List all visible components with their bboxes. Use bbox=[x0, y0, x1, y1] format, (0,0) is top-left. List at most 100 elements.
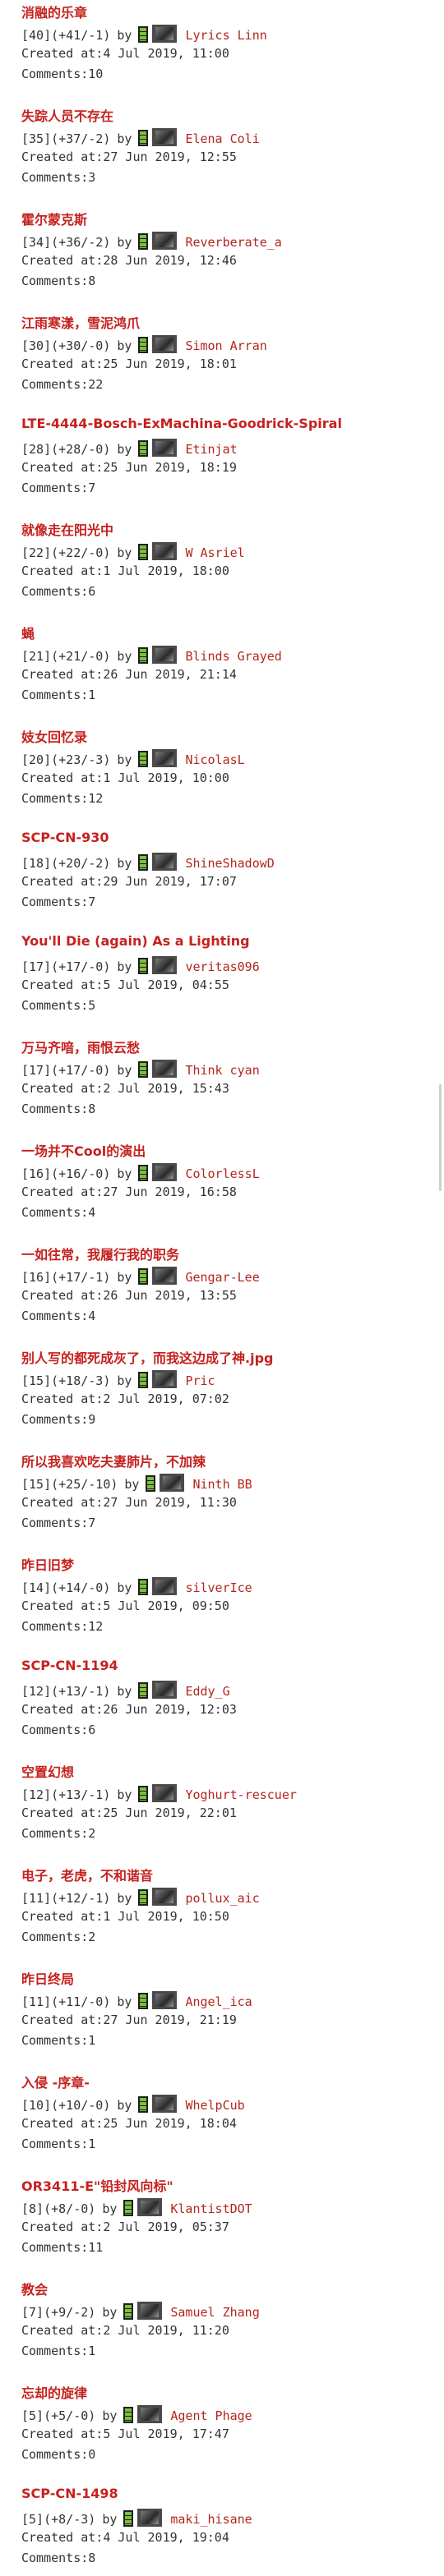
comments-line: Comments:7 bbox=[21, 894, 95, 910]
avatar[interactable] bbox=[152, 646, 178, 664]
avatar[interactable] bbox=[137, 2509, 163, 2527]
avatar[interactable] bbox=[137, 2302, 163, 2320]
scrollbar[interactable] bbox=[439, 1084, 442, 1191]
avatar[interactable] bbox=[152, 1784, 178, 1802]
avatar[interactable] bbox=[137, 2405, 163, 2423]
comments-count: 12 bbox=[88, 1619, 104, 1634]
avatar[interactable] bbox=[152, 25, 178, 43]
author-link[interactable]: Blinds Grayed bbox=[185, 648, 281, 665]
author-link[interactable]: W Asriel bbox=[185, 545, 244, 561]
author-link[interactable]: Yoghurt-rescuer bbox=[185, 1787, 296, 1803]
avatar[interactable] bbox=[152, 956, 178, 974]
author-link[interactable]: WhelpCub bbox=[185, 2097, 244, 2114]
author-link[interactable]: Samuel Zhang bbox=[170, 2304, 259, 2321]
author-link[interactable]: veritas096 bbox=[185, 959, 259, 975]
article-title-link[interactable]: 消融的乐章 bbox=[21, 2, 87, 21]
avatar[interactable] bbox=[152, 853, 178, 871]
created-value: 27 Jun 2019, 16:58 bbox=[103, 1184, 237, 1199]
author-link[interactable]: ShineShadowD bbox=[185, 855, 274, 872]
article-title-link[interactable]: 昨日终局 bbox=[21, 1968, 74, 1988]
comments-count: 10 bbox=[88, 67, 104, 81]
article-title-link[interactable]: 失踪人员不存在 bbox=[21, 105, 113, 125]
avatar[interactable] bbox=[152, 1888, 178, 1906]
article-title-link[interactable]: 一场并不Cool的演出 bbox=[21, 1140, 146, 1160]
rank-bars-icon bbox=[138, 854, 149, 871]
by-label: by bbox=[117, 2098, 132, 2113]
avatar[interactable] bbox=[152, 1267, 178, 1285]
article-title-link[interactable]: You'll Die (again) As a Lighting bbox=[21, 933, 250, 949]
rating-value: [17](+17/-0) bbox=[21, 1063, 111, 1078]
article-title-link[interactable]: 别人写的都死成灰了，而我这边成了神.jpg bbox=[21, 1347, 273, 1367]
article-title-link[interactable]: SCP-CN-1194 bbox=[21, 1658, 118, 1673]
list-item: 入侵 -序章- [10](+10/-0) by WhelpCub Created a… bbox=[21, 2070, 432, 2174]
rank-bars-icon bbox=[138, 1993, 149, 2009]
created-value: 2 Jul 2019, 11:20 bbox=[103, 2323, 229, 2338]
author-link[interactable]: Gengar-Lee bbox=[185, 1269, 259, 1286]
author-link[interactable]: Elena Coli bbox=[185, 131, 259, 147]
avatar[interactable] bbox=[152, 1060, 178, 1078]
article-title-link[interactable]: SCP-CN-930 bbox=[21, 830, 109, 845]
article-title-link[interactable]: 蝇 bbox=[21, 623, 35, 642]
avatar[interactable] bbox=[152, 1163, 178, 1181]
author-link[interactable]: Lyrics Linn bbox=[185, 27, 266, 44]
avatar[interactable] bbox=[152, 1370, 178, 1388]
article-title-link[interactable]: 万马齐喑，雨恨云愁 bbox=[21, 1037, 140, 1056]
author-link[interactable]: Ninth BB bbox=[192, 1476, 252, 1493]
author-link[interactable]: Pric bbox=[185, 1373, 215, 1389]
article-title-link[interactable]: 妓女回忆录 bbox=[21, 726, 87, 746]
article-title-link[interactable]: OR3411-E"铅封风向标" bbox=[21, 2175, 173, 2195]
rating-value: [12](+13/-1) bbox=[21, 1684, 111, 1699]
avatar[interactable] bbox=[152, 2095, 178, 2113]
avatar[interactable] bbox=[152, 128, 178, 146]
created-line: Created at:27 Jun 2019, 21:19 bbox=[21, 2012, 237, 2028]
author-link[interactable]: Eddy_G bbox=[185, 1683, 229, 1700]
avatar[interactable] bbox=[152, 1577, 178, 1595]
article-title-link[interactable]: LTE-4444-Bosch-ExMachina-Goodrick-Spiral bbox=[21, 416, 342, 431]
author-link[interactable]: silverIce bbox=[185, 1580, 252, 1596]
avatar[interactable] bbox=[137, 2198, 163, 2216]
avatar[interactable] bbox=[152, 749, 178, 767]
author-link[interactable]: pollux_aic bbox=[185, 1890, 259, 1907]
rating-line: [34](+36/-2) by Reverberate_a bbox=[21, 232, 282, 251]
rank-bars-icon bbox=[138, 647, 149, 664]
avatar[interactable] bbox=[160, 1474, 185, 1492]
list-item: 一如往常，我履行我的职务 [16](+17/-1) by Gengar-Lee Cr… bbox=[21, 1242, 432, 1346]
author-link[interactable]: KlantistDOT bbox=[170, 2201, 252, 2217]
article-title-link[interactable]: 电子，老虎，不和谐音 bbox=[21, 1865, 153, 1884]
created-line: Created at:5 Jul 2019, 17:47 bbox=[21, 2426, 229, 2442]
rank-bars-icon bbox=[138, 1889, 149, 1906]
article-title-link[interactable]: SCP-CN-1498 bbox=[21, 2486, 118, 2501]
avatar[interactable] bbox=[152, 542, 178, 560]
article-title-link[interactable]: 教会 bbox=[21, 2279, 48, 2298]
author-link[interactable]: Angel_ica bbox=[185, 1994, 252, 2010]
rank-bars-icon bbox=[138, 958, 149, 974]
article-title-link[interactable]: 入侵 -序章- bbox=[21, 2072, 90, 2091]
article-title-link[interactable]: 一如往常，我履行我的职务 bbox=[21, 1244, 179, 1263]
author-link[interactable]: Reverberate_a bbox=[185, 234, 281, 251]
rating-line: [30](+30/-0) by Simon Arran bbox=[21, 335, 267, 354]
comments-line: Comments:1 bbox=[21, 687, 95, 703]
author-link[interactable]: maki_hisane bbox=[170, 2511, 252, 2528]
by-label: by bbox=[117, 1166, 132, 1181]
article-title-link[interactable]: 昨日旧梦 bbox=[21, 1554, 74, 1574]
article-title-link[interactable]: 空置幻想 bbox=[21, 1761, 74, 1781]
article-title-link[interactable]: 就像走在阳光中 bbox=[21, 519, 113, 539]
avatar[interactable] bbox=[152, 1681, 178, 1699]
avatar[interactable] bbox=[152, 232, 178, 250]
avatar[interactable] bbox=[152, 439, 178, 457]
article-title-link[interactable]: 霍尔蒙克斯 bbox=[21, 209, 87, 228]
author-link[interactable]: ColorlessL bbox=[185, 1166, 259, 1182]
author-link[interactable]: Think cyan bbox=[185, 1062, 259, 1079]
avatar[interactable] bbox=[152, 335, 178, 353]
by-label: by bbox=[117, 235, 132, 250]
article-title-link[interactable]: 忘却的旋律 bbox=[21, 2382, 87, 2402]
author-link[interactable]: NicolasL bbox=[185, 752, 244, 768]
author-link[interactable]: Etinjat bbox=[185, 441, 237, 458]
avatar[interactable] bbox=[152, 1991, 178, 2009]
author-link[interactable]: Simon Arran bbox=[185, 338, 266, 354]
article-title-link[interactable]: 所以我喜欢吃夫妻肺片，不加辣 bbox=[21, 1451, 206, 1470]
article-title-link[interactable]: 江雨寒漾，雪泥鸿爪 bbox=[21, 312, 140, 332]
comments-line: Comments:12 bbox=[21, 1618, 103, 1635]
rank-bars-icon bbox=[138, 1682, 149, 1699]
author-link[interactable]: Agent Phage bbox=[170, 2408, 252, 2424]
